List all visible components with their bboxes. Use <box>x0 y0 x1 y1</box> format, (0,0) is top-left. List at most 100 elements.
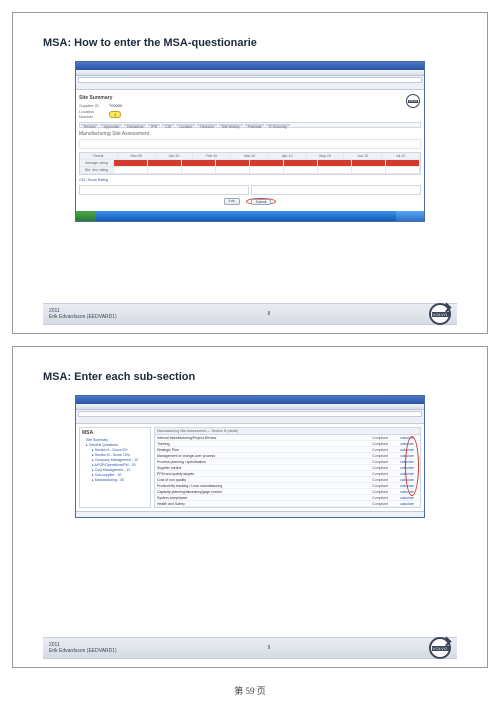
nav-item[interactable]: ▸ Manufacturing - 30 <box>92 478 148 482</box>
grid-cell <box>182 167 216 174</box>
item-title: PPM and quality targets <box>157 472 364 476</box>
grid-cell <box>182 160 216 167</box>
location-number-label: Location Number <box>79 109 107 119</box>
grid-header-cell: May-10 <box>307 153 345 160</box>
item-status: Compliant <box>364 496 396 500</box>
nav-item[interactable]: ▸ General Questions <box>86 443 148 447</box>
info-block <box>79 139 421 149</box>
grid-cell <box>352 167 386 174</box>
windows-taskbar <box>76 211 424 221</box>
grid-cell <box>284 160 318 167</box>
grid-cell <box>318 167 352 174</box>
grid-cell: Std. dev. rating <box>80 167 114 174</box>
grid-header-cell: Mar-10 <box>231 153 269 160</box>
item-title: Supplier control <box>157 466 364 470</box>
grid-cell <box>250 160 284 167</box>
document-page-number: 第 59 页 <box>12 684 488 697</box>
volvo-logo-icon: VOLVO <box>429 637 451 659</box>
edit-button[interactable]: Edit <box>224 198 240 205</box>
item-status: Compliant <box>364 490 396 494</box>
calculate-link[interactable]: calculate <box>396 496 418 500</box>
score-link[interactable]: CSI / Score Rating <box>79 178 421 182</box>
grid-header-cell: Apr-10 <box>269 153 307 160</box>
tab-item[interactable]: Decision <box>197 124 216 126</box>
nav-item[interactable]: ▸ Section A - Score 5% <box>92 448 148 452</box>
item-title: Process planning / specification <box>157 460 364 464</box>
grid-cell <box>148 167 182 174</box>
callout-circle-icon: Submit <box>246 198 277 205</box>
tab-item[interactable]: Site History <box>219 124 243 126</box>
grid-cell <box>386 167 420 174</box>
item-status: Compliant <box>364 478 396 482</box>
tab-item[interactable]: Approvals <box>100 124 122 126</box>
grid-cell <box>114 160 148 167</box>
item-title: Cost of non quality <box>157 478 364 482</box>
nav-heading: MSA <box>82 430 148 436</box>
item-title: Training <box>157 442 364 446</box>
item-title: Health and Safety <box>157 502 364 506</box>
slide-footer: 2011 Erik Edvardsson (EEDVARD1) 8 VOLVO <box>43 303 457 325</box>
item-title: Internal Manufacturing/Project-Review <box>157 436 364 440</box>
item-title: Strategic Plan <box>157 448 364 452</box>
tab-item[interactable]: CSI <box>162 124 174 126</box>
slide-title: MSA: How to enter the MSA-questionarie <box>43 37 457 49</box>
grid-cell <box>352 160 386 167</box>
footer-page-number: 8 <box>267 311 270 317</box>
nav-item[interactable]: ▸ Section B - Score 10% <box>92 453 148 457</box>
tab-item[interactable]: Location <box>176 124 195 126</box>
subsection-list: Manufacturing Site Assessment — Section … <box>154 427 421 508</box>
slide-msa-questionnaire: MSA: How to enter the MSA-questionarie V… <box>12 12 488 334</box>
slide-title: MSA: Enter each sub-section <box>43 371 457 383</box>
volvo-logo-icon: VOLVO <box>429 303 451 325</box>
callout-ellipse-icon <box>405 436 419 496</box>
chart-area <box>79 185 421 195</box>
footer-author: Erik Edvardsson (EEDVARD1) <box>49 314 117 320</box>
tab-item[interactable]: Deviations <box>124 124 146 126</box>
grid-row-stddev: Std. dev. rating <box>80 167 420 174</box>
location-number-badge[interactable]: 1 <box>109 111 121 118</box>
grid-cell <box>284 167 318 174</box>
item-status: Compliant <box>364 436 396 440</box>
screenshot-subsections: MSA Site Summary▸ General Questions▸ Sec… <box>75 395 425 518</box>
item-title: Capacity planning/laboratory/gage contro… <box>157 490 364 494</box>
grid-header-cell: Jul-10 <box>382 153 420 160</box>
calculate-link[interactable]: calculate <box>396 502 418 506</box>
nav-item[interactable]: ▸ APQP/Operations/PM - 20 <box>92 463 148 467</box>
nav-item[interactable]: Site Summary <box>86 438 148 442</box>
tab-item[interactable]: IPR <box>148 124 160 126</box>
item-status: Compliant <box>364 460 396 464</box>
grid-cell <box>216 160 250 167</box>
item-status: Compliant <box>364 466 396 470</box>
window-titlebar <box>76 62 424 70</box>
item-status: Compliant <box>364 448 396 452</box>
tab-item[interactable]: Review <box>81 124 98 126</box>
grid-cell: Average rating <box>80 160 114 167</box>
screenshot-site-summary: VOLVO Site Summary Supplier ID 700000 Lo… <box>75 61 425 222</box>
list-item: Health and SafetyCompliantcalculate <box>155 501 420 507</box>
submit-button[interactable]: Submit <box>251 199 272 205</box>
supplier-id-label: Supplier ID <box>79 103 107 108</box>
item-status: Compliant <box>364 484 396 488</box>
window-titlebar <box>76 396 424 404</box>
nav-item[interactable]: ▸ Cost Management - 10 <box>92 468 148 472</box>
nav-item[interactable]: ▸ Sub-supplier - 10 <box>92 473 148 477</box>
tab-item[interactable]: E-Sourcing <box>266 124 289 126</box>
grid-cell <box>216 167 250 174</box>
ie-address-bar <box>78 77 422 83</box>
item-title: Management of change-over process <box>157 454 364 458</box>
supplier-id-value: 700000 <box>109 103 122 108</box>
grid-cell <box>318 160 352 167</box>
item-status: Compliant <box>364 472 396 476</box>
grid-header-cell: Jan-10 <box>156 153 194 160</box>
tab-bar: ReviewApprovalsDeviationsIPRCSILocationD… <box>79 122 421 128</box>
volvo-logo-icon: VOLVO <box>406 94 420 108</box>
grid-header-cell: Feb-10 <box>193 153 231 160</box>
nav-item[interactable]: ▸ Company Management - 10 <box>92 458 148 462</box>
item-title: System compliance <box>157 496 364 500</box>
slide-msa-subsections: MSA: Enter each sub-section MSA Site Sum… <box>12 346 488 668</box>
tab-item[interactable]: Potential <box>245 124 265 126</box>
item-status: Compliant <box>364 502 396 506</box>
result-grid: ResultDec-09Jan-10Feb-10Mar-10Apr-10May-… <box>79 152 421 175</box>
ie-toolbar <box>76 70 424 76</box>
grid-cell <box>114 167 148 174</box>
